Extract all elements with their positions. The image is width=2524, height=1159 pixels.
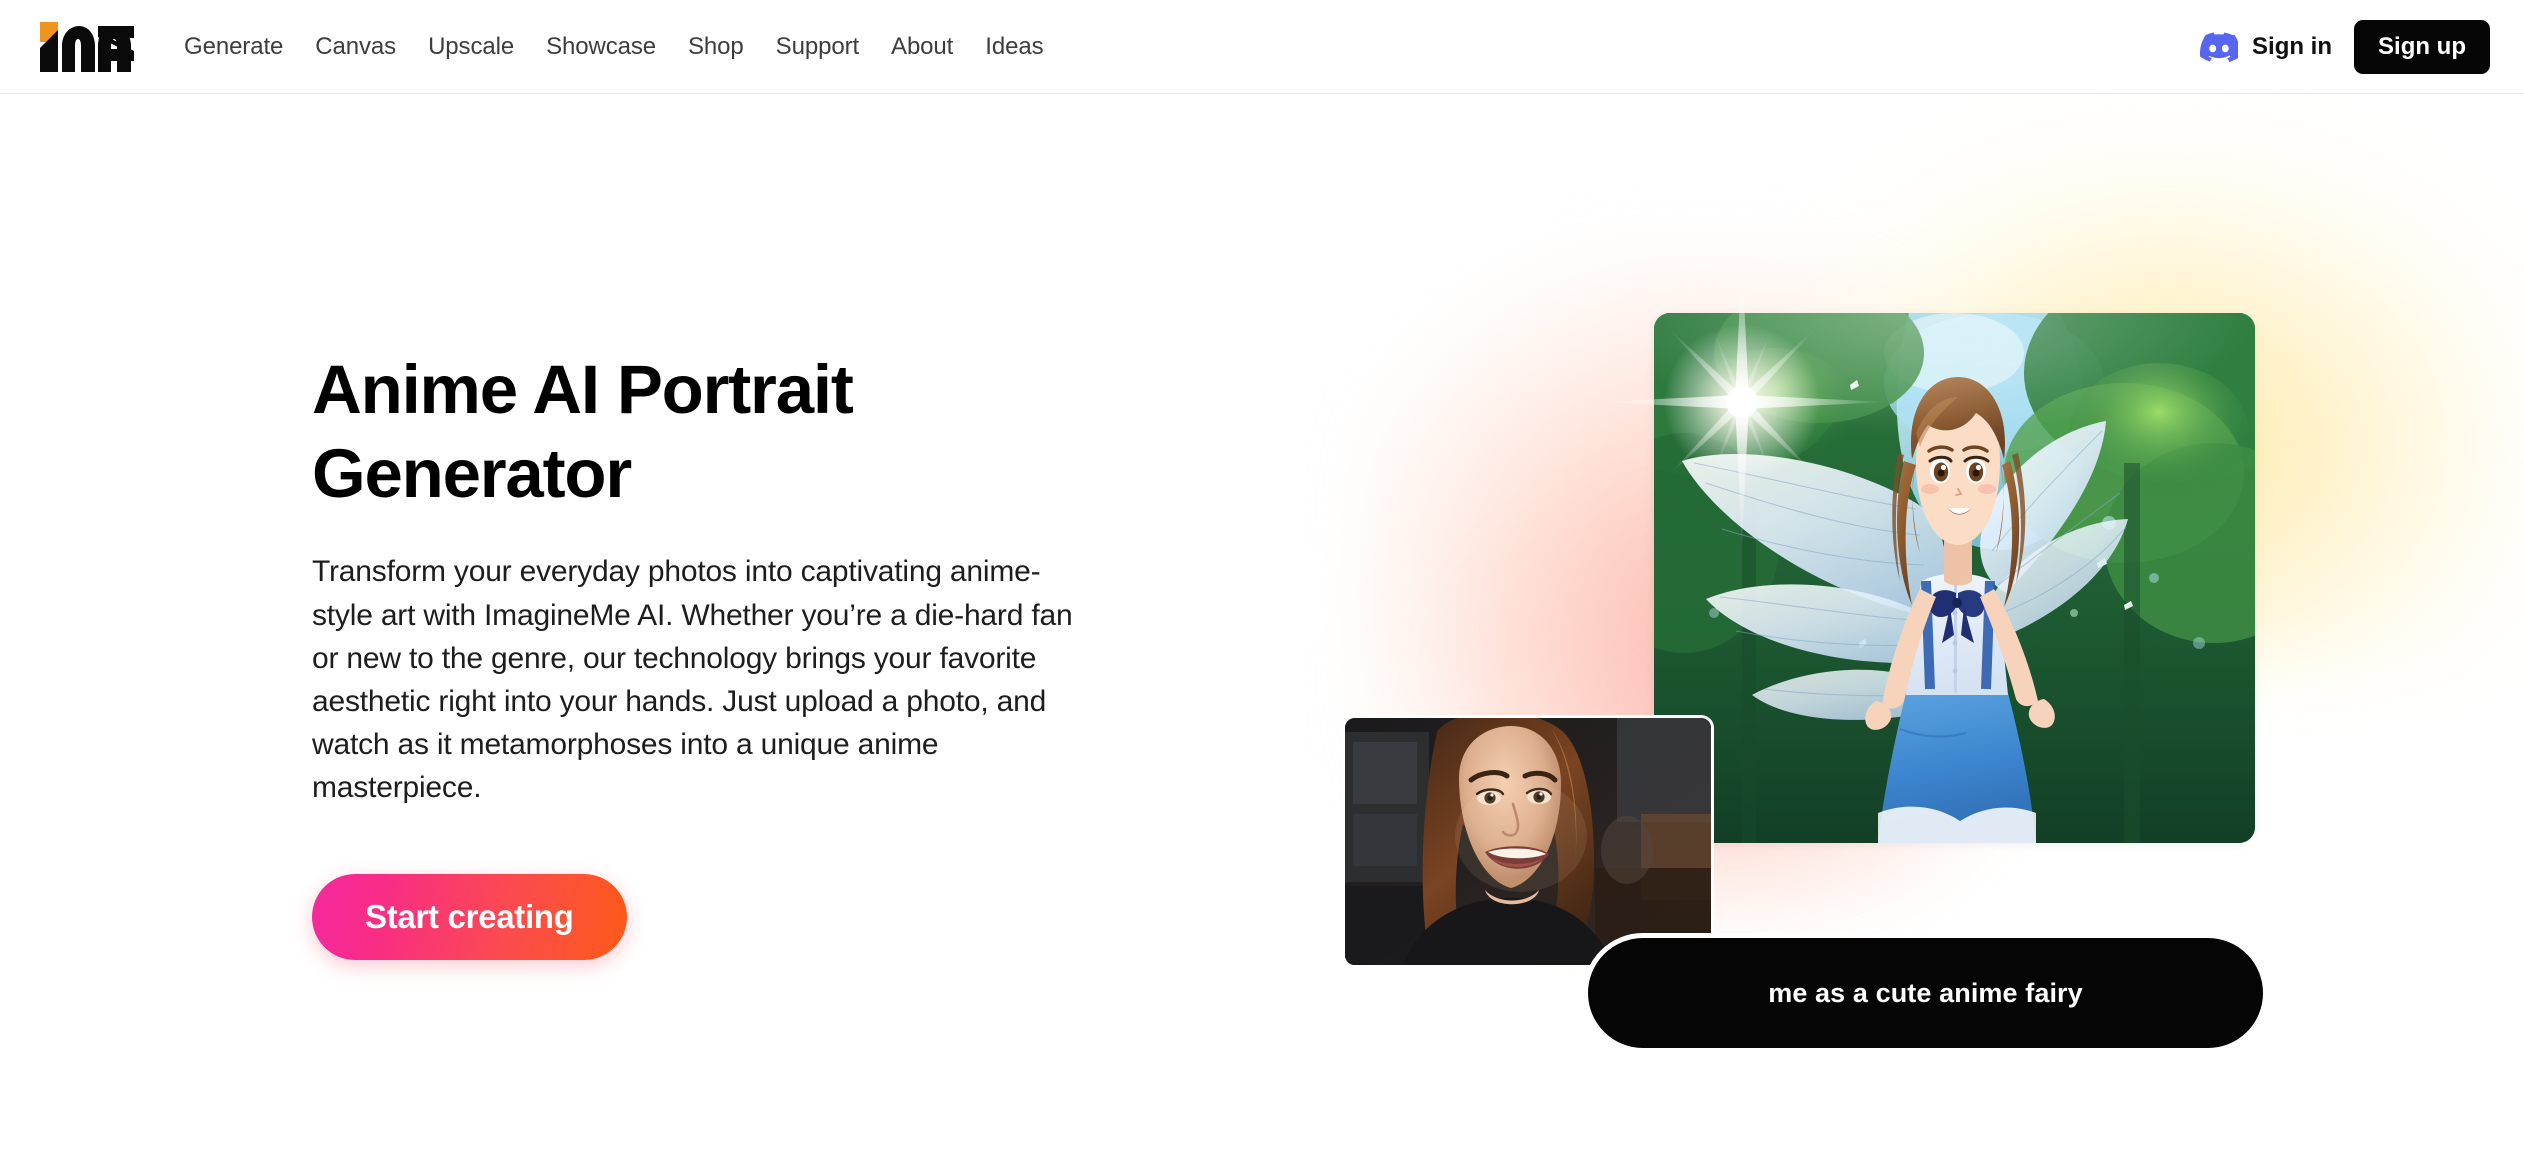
nav-item-about[interactable]: About bbox=[875, 27, 969, 67]
site-header: Generate Canvas Upscale Showcase Shop Su… bbox=[0, 0, 2524, 94]
sign-in-link[interactable]: Sign in bbox=[2252, 33, 2332, 61]
page-title: Anime AI Portrait Generator bbox=[312, 351, 854, 513]
nav-item-showcase[interactable]: Showcase bbox=[530, 27, 672, 67]
nav-item-ideas[interactable]: Ideas bbox=[969, 27, 1059, 67]
prompt-text: me as a cute anime fairy bbox=[1768, 977, 2083, 1008]
hero-description: Transform your everyday photos into capt… bbox=[312, 555, 1073, 805]
nav-item-upscale[interactable]: Upscale bbox=[412, 27, 530, 67]
sign-up-button[interactable]: Sign up bbox=[2354, 20, 2490, 74]
nav-item-canvas[interactable]: Canvas bbox=[299, 27, 412, 67]
start-creating-button[interactable]: Start creating bbox=[312, 874, 627, 961]
hero-visual: me as a cute anime fairy bbox=[1330, 60, 2524, 1159]
header-actions: Sign in Sign up bbox=[2200, 0, 2490, 94]
generated-anime-image[interactable] bbox=[1654, 313, 2255, 843]
prompt-bubble: me as a cute anime fairy bbox=[1583, 933, 2268, 1053]
hero-copy: Anime AI Portrait Generator Transform yo… bbox=[312, 348, 1112, 961]
nav-item-generate[interactable]: Generate bbox=[168, 27, 299, 67]
primary-navigation: Generate Canvas Upscale Showcase Shop Su… bbox=[168, 0, 1059, 94]
discord-icon[interactable] bbox=[2200, 28, 2239, 66]
nav-item-shop[interactable]: Shop bbox=[672, 27, 760, 67]
imagineme-logo[interactable] bbox=[38, 20, 136, 74]
source-photo-thumbnail[interactable] bbox=[1342, 715, 1714, 968]
nav-item-support[interactable]: Support bbox=[760, 27, 875, 67]
